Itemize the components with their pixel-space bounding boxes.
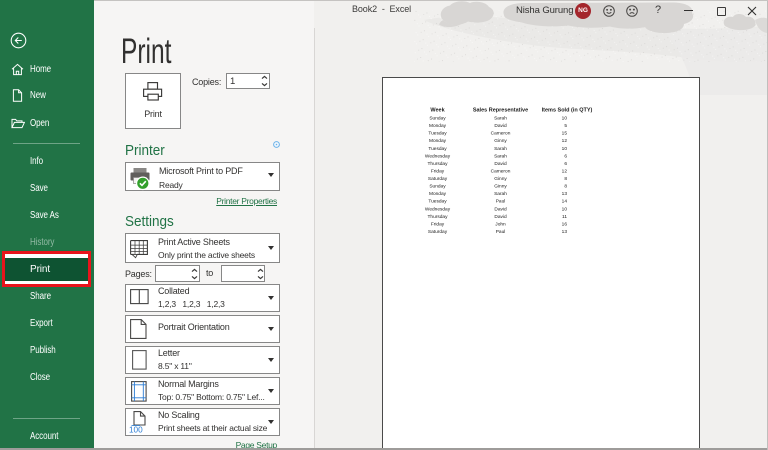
svg-text:100: 100 (129, 425, 143, 434)
